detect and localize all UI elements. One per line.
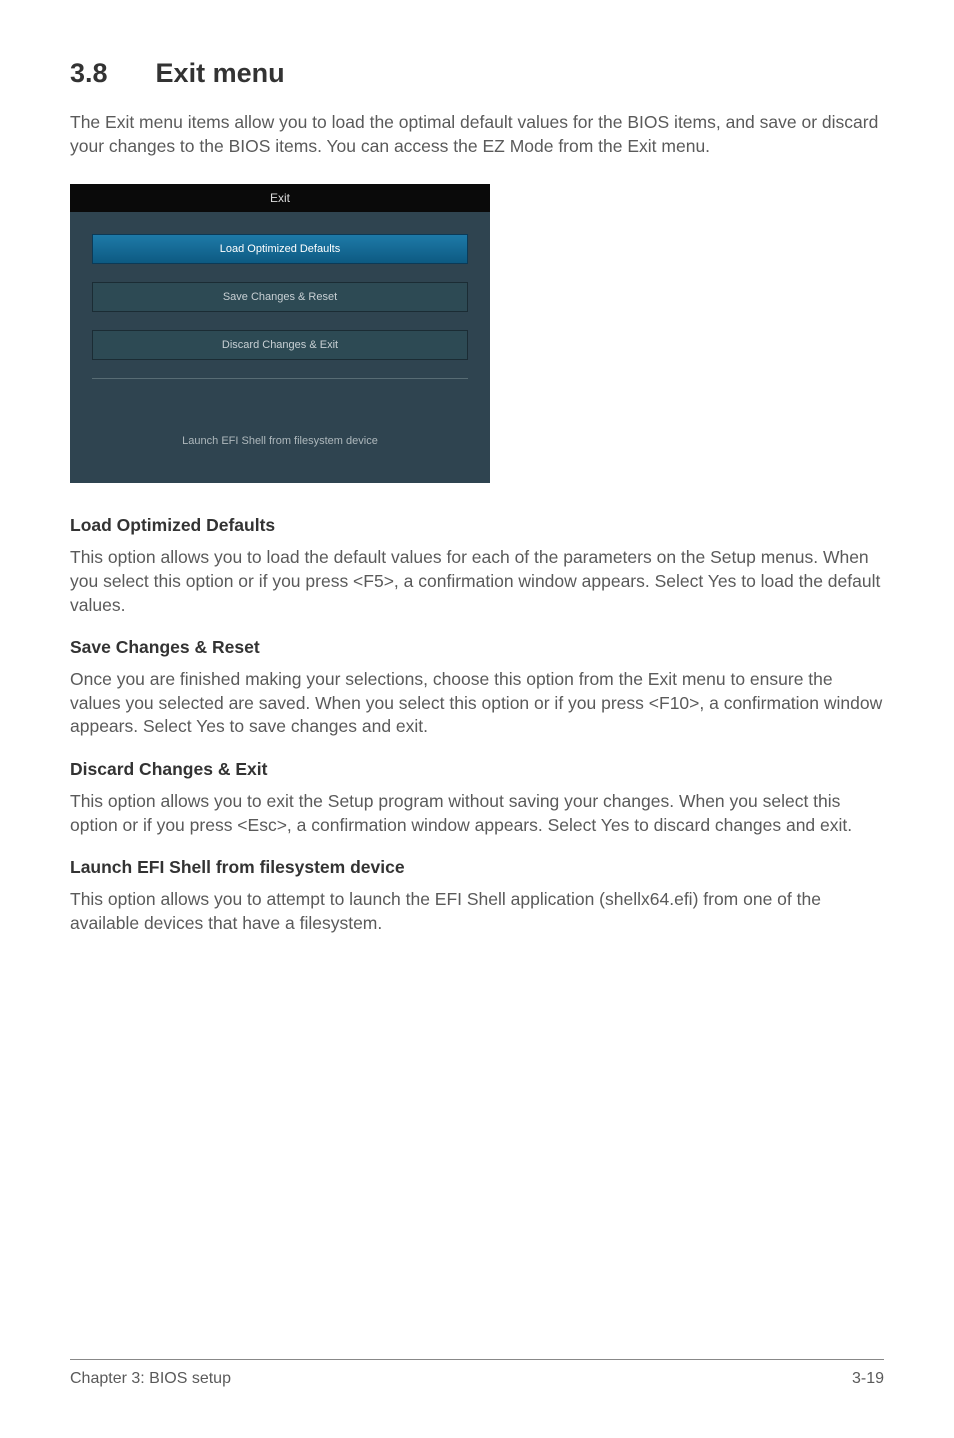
bios-load-defaults-button[interactable]: Load Optimized Defaults — [92, 234, 468, 264]
section-header: 3.8 Exit menu — [70, 58, 884, 89]
load-defaults-body: This option allows you to load the defau… — [70, 546, 884, 617]
bios-launch-efi-shell[interactable]: Launch EFI Shell from filesystem device — [92, 379, 468, 457]
bios-save-reset-button[interactable]: Save Changes & Reset — [92, 282, 468, 312]
section-number: 3.8 — [70, 58, 108, 89]
save-reset-body: Once you are finished making your select… — [70, 668, 884, 739]
intro-paragraph: The Exit menu items allow you to load th… — [70, 111, 884, 158]
bios-panel-title: Exit — [70, 184, 490, 212]
section-title: Exit menu — [156, 58, 285, 88]
launch-efi-heading: Launch EFI Shell from filesystem device — [70, 857, 884, 878]
footer-page-number: 3-19 — [852, 1370, 884, 1388]
launch-efi-body: This option allows you to attempt to lau… — [70, 888, 884, 935]
load-defaults-heading: Load Optimized Defaults — [70, 515, 884, 536]
bios-exit-panel: Exit Load Optimized Defaults Save Change… — [70, 184, 490, 483]
discard-exit-body: This option allows you to exit the Setup… — [70, 790, 884, 837]
bios-discard-exit-button[interactable]: Discard Changes & Exit — [92, 330, 468, 360]
bios-panel-body: Load Optimized Defaults Save Changes & R… — [70, 212, 490, 483]
footer-chapter: Chapter 3: BIOS setup — [70, 1370, 231, 1388]
page-footer: Chapter 3: BIOS setup 3-19 — [70, 1359, 884, 1388]
discard-exit-heading: Discard Changes & Exit — [70, 759, 884, 780]
save-reset-heading: Save Changes & Reset — [70, 637, 884, 658]
